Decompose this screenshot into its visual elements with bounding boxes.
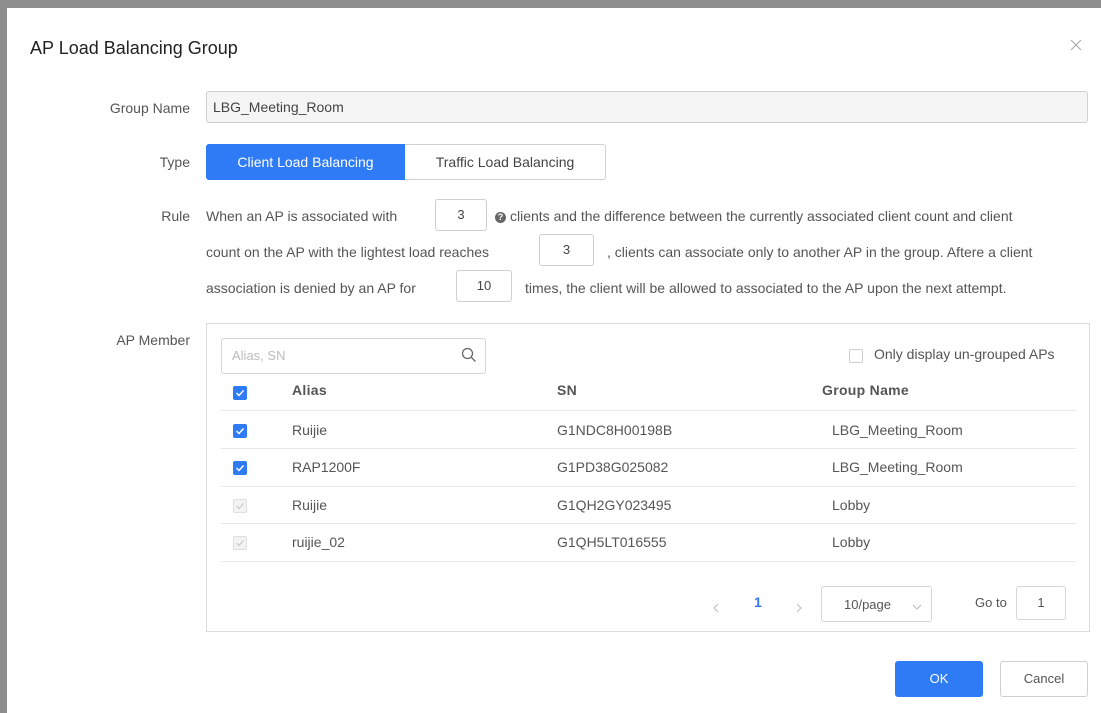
current-page[interactable]: 1 — [754, 594, 762, 610]
row-alias: Ruijie — [292, 422, 328, 438]
member-search-input[interactable]: Alias, SN — [221, 338, 486, 374]
row-alias: Ruijie — [292, 497, 328, 513]
type-client-load-balancing[interactable]: Client Load Balancing — [206, 144, 405, 180]
row-divider — [221, 486, 1076, 487]
goto-page-input[interactable]: 1 — [1016, 586, 1066, 620]
rule-label: Rule — [161, 208, 190, 224]
row-alias: ruijie_02 — [292, 534, 345, 550]
rule-text-3a: association is denied by an AP for — [206, 280, 416, 296]
row-sn: G1PD38G025082 — [557, 459, 669, 475]
search-placeholder: Alias, SN — [232, 348, 286, 363]
ok-button[interactable]: OK — [895, 661, 983, 697]
row-divider — [221, 448, 1076, 449]
page-size-value: 10/page — [844, 597, 891, 612]
group-name-label: Group Name — [109, 100, 190, 116]
select-all-checkbox[interactable] — [233, 386, 247, 400]
row-checkbox-disabled — [233, 499, 247, 513]
load-balancing-dialog: AP Load Balancing Group Group Name LBG_M… — [7, 8, 1101, 713]
row-sn: G1QH5LT016555 — [557, 534, 667, 550]
rule-deny-times-input[interactable]: 10 — [456, 270, 512, 302]
ap-member-panel: Alias, SN Only display un-grouped APs Al… — [206, 323, 1090, 632]
row-alias: RAP1200F — [292, 459, 361, 475]
row-sn: G1QH2GY023495 — [557, 497, 672, 513]
page-size-select[interactable]: 10/page — [821, 586, 932, 622]
rule-difference-input[interactable]: 3 — [539, 234, 594, 266]
rule-text-3b: times, the client will be allowed to ass… — [525, 280, 1007, 296]
row-sn: G1NDC8H00198B — [557, 422, 673, 438]
next-page-icon[interactable] — [795, 602, 803, 616]
dialog-title: AP Load Balancing Group — [30, 38, 238, 58]
goto-label: Go to — [975, 595, 1007, 610]
row-group: LBG_Meeting_Room — [832, 459, 963, 475]
rule-text-1b-label: clients and the difference between the c… — [510, 208, 1013, 224]
cancel-button[interactable]: Cancel — [1000, 661, 1088, 697]
column-group-name: Group Name — [822, 382, 910, 398]
ap-member-label: AP Member — [116, 332, 190, 348]
rule-text-1b: ? clients and the difference between the … — [495, 208, 1013, 224]
rule-text-2a: count on the AP with the lightest load r… — [206, 244, 490, 260]
ungrouped-filter-checkbox[interactable] — [849, 349, 863, 363]
column-alias: Alias — [292, 382, 327, 398]
row-group: Lobby — [832, 497, 871, 513]
type-traffic-load-balancing[interactable]: Traffic Load Balancing — [405, 144, 606, 180]
column-sn: SN — [557, 382, 578, 398]
row-checkbox[interactable] — [233, 424, 247, 438]
row-divider — [221, 523, 1076, 524]
row-group: LBG_Meeting_Room — [832, 422, 963, 438]
prev-page-icon[interactable] — [712, 602, 720, 616]
row-divider — [221, 410, 1076, 411]
row-group: Lobby — [832, 534, 871, 550]
rule-client-count-input[interactable]: 3 — [435, 199, 487, 231]
row-checkbox[interactable] — [233, 461, 247, 475]
help-icon[interactable]: ? — [495, 212, 506, 223]
row-divider — [221, 561, 1076, 562]
chevron-down-icon — [912, 599, 922, 614]
search-icon[interactable] — [461, 347, 476, 362]
group-name-field[interactable]: LBG_Meeting_Room — [206, 91, 1088, 123]
rule-text-1a: When an AP is associated with — [206, 208, 398, 224]
type-label: Type — [159, 154, 190, 170]
close-icon[interactable] — [1069, 38, 1083, 52]
ungrouped-filter-label: Only display un-grouped APs — [874, 346, 1055, 362]
rule-text-2b: , clients can associate only to another … — [607, 244, 1033, 260]
row-checkbox-disabled — [233, 536, 247, 550]
background-edge — [0, 48, 7, 78]
